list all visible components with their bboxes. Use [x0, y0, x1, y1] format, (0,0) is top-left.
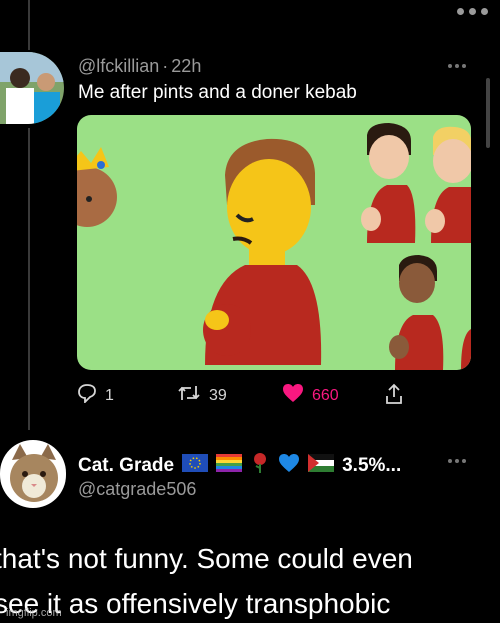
retweet-icon — [177, 383, 201, 408]
share-icon — [384, 383, 404, 410]
small-emoji-figure — [389, 255, 444, 370]
like-button[interactable]: 660 — [282, 383, 339, 408]
main-emoji-figure — [203, 138, 322, 365]
share-button[interactable] — [384, 383, 404, 410]
rose-icon — [250, 452, 270, 479]
avatar[interactable] — [0, 52, 64, 124]
blue-heart-icon — [278, 453, 300, 478]
reply-button[interactable]: 1 — [77, 383, 114, 408]
reply-name-suffix: 3.5%... — [342, 454, 402, 476]
tweet-handle[interactable]: @lfckillian — [78, 56, 159, 76]
rainbow-flag-icon — [216, 454, 243, 477]
thread-line-top — [28, 0, 30, 50]
reply-more-button[interactable] — [448, 459, 466, 463]
reply-text-line-1: that's not funny. Some could even — [0, 543, 413, 574]
tweet-more-button[interactable] — [448, 64, 466, 68]
crowned-emoji-figure — [77, 147, 117, 227]
reply-handle[interactable]: @catgrade506 — [78, 479, 196, 500]
tweet-time[interactable]: 22h — [171, 56, 201, 76]
palestine-flag-icon — [308, 454, 335, 477]
tweet-media-image[interactable] — [77, 115, 471, 370]
reply-count: 1 — [105, 386, 114, 404]
reply-author-name-row: Cat. Grade 3.5%... — [78, 452, 401, 479]
watermark: imgflip.com — [6, 607, 62, 619]
reply-avatar[interactable] — [0, 440, 66, 508]
small-emoji-figure — [461, 329, 471, 370]
retweet-count: 39 — [209, 386, 227, 404]
tweet-handle-line: @lfckillian · 22h — [78, 56, 201, 77]
small-emoji-figure — [425, 126, 471, 243]
more-dot — [469, 8, 476, 15]
scrollbar[interactable] — [486, 78, 490, 148]
reply-display-name[interactable]: Cat. Grade — [78, 455, 174, 477]
like-count: 660 — [312, 386, 339, 404]
separator: · — [162, 56, 169, 76]
tweet-text: Me after pints and a doner kebab — [78, 82, 357, 103]
thread-line — [28, 128, 30, 430]
retweet-button[interactable]: 39 — [177, 383, 227, 408]
tweet-actions: 1 39 660 — [77, 383, 407, 407]
reply-icon — [77, 383, 97, 408]
small-emoji-figure — [361, 123, 416, 243]
heart-icon — [282, 383, 304, 408]
eu-flag-icon — [182, 454, 209, 477]
top-more-button[interactable] — [457, 8, 488, 15]
more-dot — [457, 8, 464, 15]
more-dot — [481, 8, 488, 15]
